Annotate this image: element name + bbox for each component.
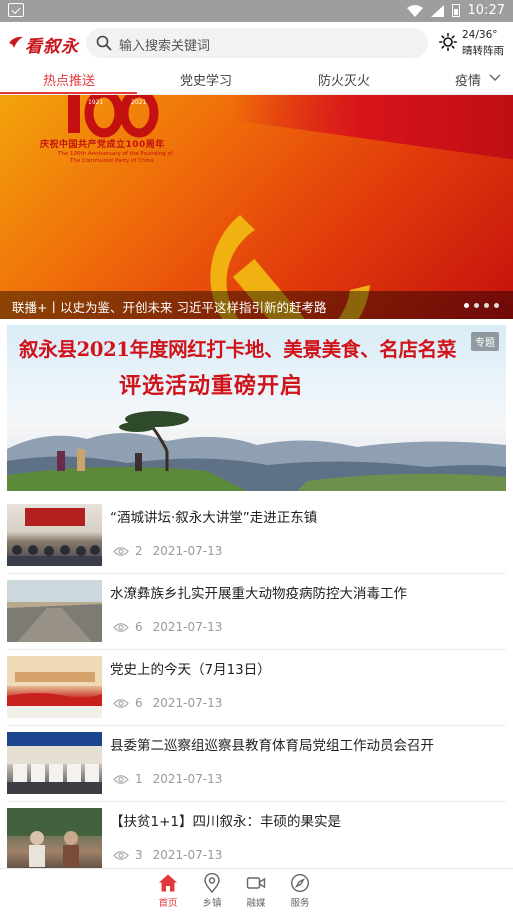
search-placeholder: 输入搜索关键词	[119, 39, 211, 54]
video-camera-icon	[246, 877, 266, 889]
status-icons: 10:27	[406, 3, 505, 18]
promo-headline-2: 评选活动重磅开启	[119, 373, 304, 399]
banner-anniversary-title: 庆祝中国共产党成立100周年	[40, 140, 165, 150]
eye-icon	[113, 850, 129, 860]
news-title: “酒城讲坛·叙永大讲堂”走进正东镇	[110, 510, 318, 526]
nav-home-label: 首页	[158, 898, 178, 909]
news-meta: 1 2021-07-13	[113, 772, 222, 786]
news-date: 2021-07-13	[152, 696, 223, 710]
notification-icon	[8, 3, 24, 17]
search-icon	[96, 35, 112, 51]
carousel-dot[interactable]	[484, 303, 489, 308]
news-meta: 6 2021-07-13	[113, 696, 222, 710]
chevron-down-icon[interactable]	[489, 73, 501, 83]
topic-badge: 专题	[471, 332, 499, 351]
news-date: 2021-07-13	[152, 848, 223, 862]
eye-icon	[113, 546, 129, 556]
news-meta: 3 2021-07-13	[113, 848, 222, 862]
bottom-navigation: 首页 乡镇 融媒 服务	[0, 868, 513, 912]
news-meta: 2 2021-07-13	[113, 544, 222, 558]
landscape-photo	[7, 411, 506, 491]
news-title: 水潦彝族乡扎实开展重大动物疫病防控大消毒工作	[110, 586, 407, 602]
news-meta: 6 2021-07-13	[113, 620, 222, 634]
view-count: 2	[135, 544, 143, 558]
banner-carousel[interactable]: 1921 2021 庆祝中国共产党成立100周年 The 100th Anniv…	[0, 95, 513, 319]
status-bar: 10:27	[0, 0, 513, 22]
location-pin-icon	[204, 873, 220, 893]
sun-icon	[439, 33, 457, 51]
category-tabs: 热点推送 党史学习 防火灭火 疫情	[0, 64, 513, 95]
banner-caption-bar: 联播+丨以史为鉴、开创未来 习近平这样指引新的赶考路	[0, 291, 513, 319]
nav-media-label: 融媒	[246, 898, 266, 909]
promo-topic-card[interactable]: 叙永县2021年度网红打卡地、美景美食、名店名菜 评选活动重磅开启 专题	[7, 325, 506, 491]
news-date: 2021-07-13	[152, 620, 223, 634]
eye-icon	[113, 622, 129, 632]
eye-icon	[113, 774, 129, 784]
tab-hot[interactable]: 热点推送	[43, 70, 95, 89]
news-item[interactable]: 县委第二巡察组巡察县教育体育局党组工作动员会召开 1 2021-07-13	[7, 726, 506, 802]
tab-party-history[interactable]: 党史学习	[180, 70, 232, 89]
weather-temp: 24/36°	[462, 29, 498, 41]
app-header: 看叙永 输入搜索关键词 24/36° 晴转阵雨	[0, 22, 513, 64]
banner-ribbon	[233, 95, 513, 165]
banner-anniversary-en-1: The 100th Anniversary of the Founding of	[58, 151, 173, 157]
news-thumbnail	[7, 504, 102, 566]
app-logo[interactable]: 看叙永	[8, 30, 80, 57]
weather-condition: 晴转阵雨	[462, 45, 504, 57]
news-item[interactable]: “酒城讲坛·叙永大讲堂”走进正东镇 2 2021-07-13	[7, 498, 506, 574]
compass-icon	[290, 873, 310, 893]
tab-fire-prevention[interactable]: 防火灭火	[318, 70, 370, 89]
eye-icon	[113, 698, 129, 708]
promo-headline-1: 叙永县2021年度网红打卡地、美景美食、名店名菜	[19, 338, 457, 361]
news-date: 2021-07-13	[152, 772, 223, 786]
tab-epidemic[interactable]: 疫情	[455, 70, 481, 89]
home-icon	[159, 874, 177, 892]
nav-towns-label: 乡镇	[202, 898, 222, 909]
view-count: 3	[135, 848, 143, 862]
signal-icon	[430, 4, 444, 17]
carousel-dot[interactable]	[464, 303, 469, 308]
news-thumbnail	[7, 732, 102, 794]
news-thumbnail	[7, 656, 102, 718]
nav-services-label: 服务	[290, 898, 310, 909]
news-date: 2021-07-13	[152, 544, 223, 558]
carousel-dots	[464, 303, 499, 308]
news-title: 党史上的今天（7月13日）	[110, 662, 271, 678]
news-item[interactable]: 党史上的今天（7月13日） 6 2021-07-13	[7, 650, 506, 726]
carousel-dot[interactable]	[474, 303, 479, 308]
weather-widget[interactable]: 24/36° 晴转阵雨	[436, 28, 510, 58]
banner-anniversary-en-2: The Communist Party of China	[70, 158, 154, 164]
search-bar[interactable]: 输入搜索关键词	[86, 28, 428, 58]
battery-icon	[451, 4, 460, 17]
wifi-icon	[406, 4, 423, 17]
news-thumbnail	[7, 580, 102, 642]
banner-caption: 联播+丨以史为鉴、开创未来 习近平这样指引新的赶考路	[12, 300, 327, 315]
nav-services[interactable]: 服务	[280, 873, 320, 911]
view-count: 6	[135, 620, 143, 634]
news-item[interactable]: 【扶贫1+1】四川叙永：丰硕的果实是 3 2021-07-13	[7, 802, 506, 878]
logo-mark-icon	[9, 36, 23, 48]
emblem-year-end: 2021	[131, 99, 147, 106]
news-item[interactable]: 水潦彝族乡扎实开展重大动物疫病防控大消毒工作 6 2021-07-13	[7, 574, 506, 650]
emblem-year-start: 1921	[88, 99, 104, 106]
logo-text: 看叙永	[25, 37, 79, 57]
nav-home[interactable]: 首页	[148, 873, 188, 911]
view-count: 1	[135, 772, 143, 786]
carousel-dot[interactable]	[494, 303, 499, 308]
view-count: 6	[135, 696, 143, 710]
active-tab-indicator	[0, 92, 137, 94]
news-title: 县委第二巡察组巡察县教育体育局党组工作动员会召开	[110, 738, 434, 754]
status-time: 10:27	[467, 3, 505, 18]
nav-media[interactable]: 融媒	[236, 873, 276, 911]
news-thumbnail	[7, 808, 102, 870]
nav-towns[interactable]: 乡镇	[192, 873, 232, 911]
news-title: 【扶贫1+1】四川叙永：丰硕的果实是	[110, 814, 341, 830]
